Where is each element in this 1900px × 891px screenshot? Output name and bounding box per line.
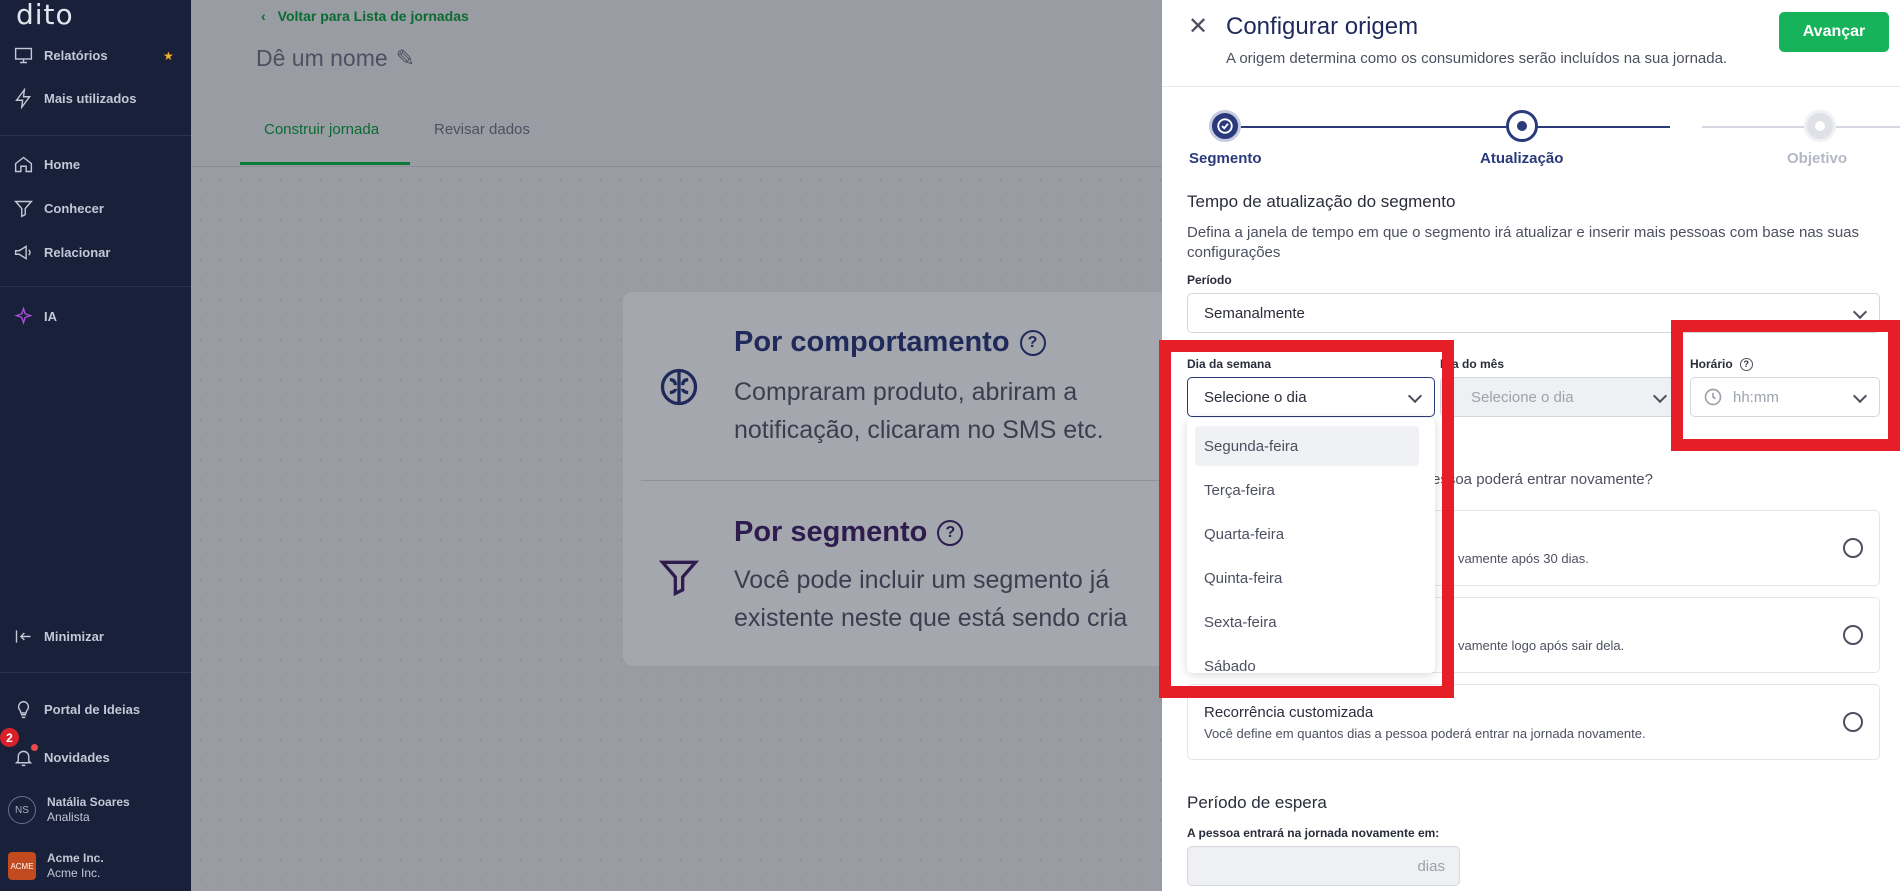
- highlight-box: [1671, 320, 1900, 451]
- pencil-icon: ✎: [395, 45, 415, 71]
- sidebar-item-ia[interactable]: IA: [13, 306, 57, 327]
- lightning-icon: [15, 88, 32, 109]
- sidebar-item-conhecer[interactable]: Conhecer: [13, 198, 104, 219]
- step-objetivo[interactable]: [1804, 110, 1836, 142]
- back-link[interactable]: ‹ Voltar para Lista de jornadas: [261, 8, 469, 24]
- step-line-pending: [1702, 126, 1900, 128]
- step-atualizacao[interactable]: [1506, 110, 1538, 142]
- notification-badge: 2: [0, 728, 19, 747]
- logo: dito: [16, 0, 74, 31]
- brain-icon: [660, 368, 698, 406]
- user-info[interactable]: Natália Soares Analista: [47, 795, 130, 825]
- close-icon[interactable]: ✕: [1188, 12, 1208, 41]
- next-button[interactable]: Avançar: [1779, 12, 1889, 52]
- sidebar-item-home[interactable]: Home: [13, 154, 80, 175]
- tab-construir-jornada[interactable]: Construir jornada: [264, 121, 379, 138]
- sidebar-item-novidades[interactable]: Novidades: [13, 747, 110, 768]
- panel-subtitle: A origem determina como os consumidores …: [1226, 50, 1728, 67]
- section-desc: Defina a janela de tempo em que o segmen…: [1187, 224, 1860, 261]
- step-label: Segmento: [1189, 150, 1262, 167]
- wait-title: Período de espera: [1187, 793, 1327, 812]
- sidebar-item-mais-utilizados[interactable]: Mais utilizados: [13, 88, 136, 109]
- sidebar-item-relatorios[interactable]: Relatórios: [13, 45, 108, 66]
- tab-revisar-dados[interactable]: Revisar dados: [434, 121, 530, 138]
- bell-icon: [14, 750, 33, 767]
- sidebar-item-portal-ideias[interactable]: Portal de Ideias: [13, 699, 140, 720]
- notification-dot: [31, 744, 38, 751]
- funnel-icon: [658, 560, 700, 597]
- lightbulb-icon: [17, 700, 30, 719]
- wait-days-input[interactable]: dias: [1187, 846, 1460, 886]
- step-segmento[interactable]: [1209, 110, 1241, 142]
- org-logo: ACME: [8, 852, 36, 880]
- wait-label: A pessoa entrará na jornada novamente em…: [1187, 826, 1440, 840]
- chevron-down-icon: [1652, 388, 1668, 404]
- journey-name[interactable]: Dê um nome ✎: [256, 45, 415, 72]
- divider: [1162, 86, 1900, 87]
- favorite-star-icon: ★: [163, 49, 174, 63]
- panel-title: Configurar origem: [1226, 13, 1419, 40]
- configure-origin-panel: ✕ Configurar origem A origem determina c…: [1159, 0, 1900, 891]
- sparkle-icon: [14, 306, 33, 325]
- help-icon[interactable]: ?: [937, 519, 964, 546]
- highlight-box: [1159, 340, 1454, 698]
- option-por-segmento[interactable]: Por segmento?: [734, 516, 964, 549]
- chevron-down-icon: [1852, 304, 1868, 320]
- radio-button[interactable]: [1843, 625, 1863, 645]
- divider: [191, 166, 1162, 167]
- check-icon: [1217, 118, 1233, 134]
- home-icon: [14, 156, 33, 173]
- megaphone-icon: [14, 245, 31, 260]
- presentation-icon: [14, 47, 33, 64]
- option-por-comportamento[interactable]: Por comportamento?: [734, 326, 1046, 359]
- user-avatar[interactable]: NS: [8, 796, 36, 824]
- reentry-question: essoa poderá entrar novamente?: [1432, 471, 1653, 488]
- chevron-left-icon: ‹: [261, 8, 266, 24]
- radio-button[interactable]: [1843, 712, 1863, 732]
- sidebar-divider: [0, 135, 191, 136]
- step-line-done: [1228, 126, 1670, 128]
- step-current-dot: [1517, 121, 1527, 131]
- org-info[interactable]: Acme Inc. Acme Inc.: [47, 851, 104, 881]
- sidebar: dito Relatórios ★ Mais utilizados Home C…: [0, 0, 191, 891]
- funnel-icon: [14, 200, 33, 218]
- option-desc: Você pode incluir um segmento já existen…: [734, 566, 1128, 632]
- main-content: ‹ Voltar para Lista de jornadas Dê um nom…: [191, 0, 1162, 891]
- divider: [641, 480, 1161, 481]
- help-icon[interactable]: ?: [1019, 329, 1046, 356]
- step-label: Objetivo: [1787, 150, 1848, 167]
- option-desc: Compraram produto, abriram a notificação…: [734, 378, 1104, 444]
- step-label: Atualização: [1480, 150, 1564, 167]
- sidebar-divider: [0, 672, 191, 673]
- radio-button[interactable]: [1843, 538, 1863, 558]
- period-label: Período: [1187, 273, 1232, 287]
- sidebar-divider: [0, 286, 191, 287]
- section-title: Tempo de atualização do segmento: [1187, 192, 1456, 211]
- active-tab-indicator: [240, 162, 410, 165]
- step-pending-dot: [1815, 121, 1825, 131]
- minimize-button[interactable]: Minimizar: [13, 626, 104, 647]
- monthday-select[interactable]: Selecione o dia: [1440, 377, 1680, 417]
- collapse-left-icon: [15, 630, 31, 643]
- sidebar-item-relacionar[interactable]: Relacionar: [13, 242, 110, 263]
